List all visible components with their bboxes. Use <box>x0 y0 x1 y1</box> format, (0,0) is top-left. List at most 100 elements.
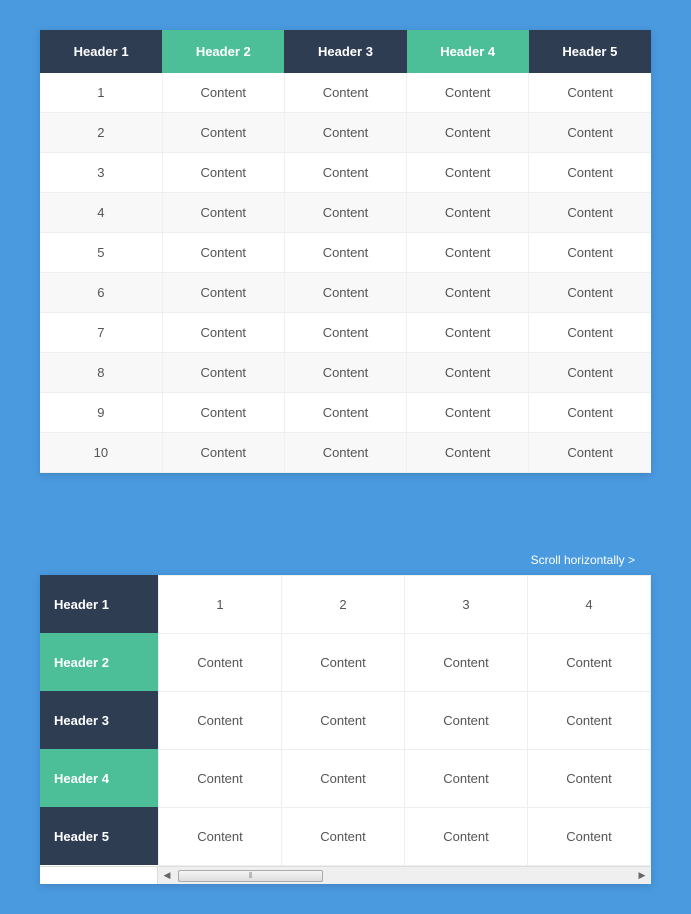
table-cell: Content <box>407 113 529 153</box>
table-cell: Content <box>407 433 529 473</box>
table-cell: Content <box>162 193 284 233</box>
table-cell: Content <box>528 634 651 692</box>
table-cell: Content <box>529 313 651 353</box>
table2-row-headers: Header 1Header 2Header 3Header 4Header 5 <box>40 575 158 866</box>
table2-row-header-3: Header 3 <box>40 691 158 749</box>
table-row: 7ContentContentContentContent <box>40 313 651 353</box>
data-table-1: Header 1Header 2Header 3Header 4Header 5… <box>40 30 651 473</box>
table-cell: 7 <box>40 313 162 353</box>
table-row: 9ContentContentContentContent <box>40 393 651 433</box>
table1-header-5: Header 5 <box>529 30 651 73</box>
table-cell: Content <box>282 808 405 866</box>
table-cell: 8 <box>40 353 162 393</box>
table-cell: 1 <box>159 576 282 634</box>
table-row: 1ContentContentContentContent <box>40 73 651 113</box>
table-cell: Content <box>162 273 284 313</box>
table-cell: Content <box>407 73 529 113</box>
table-card-2: Header 1Header 2Header 3Header 4Header 5… <box>40 575 651 884</box>
table-row: 4ContentContentContentContent <box>40 193 651 233</box>
table-cell: Content <box>284 393 406 433</box>
scroll-left-arrow-icon[interactable]: ◀ <box>158 867 176 884</box>
table-cell: Content <box>284 273 406 313</box>
table-cell: Content <box>405 634 528 692</box>
table-cell: Content <box>162 393 284 433</box>
table-cell: Content <box>528 808 651 866</box>
table-cell: Content <box>162 233 284 273</box>
table-cell: 6 <box>40 273 162 313</box>
table-cell: Content <box>162 313 284 353</box>
table-cell: Content <box>528 692 651 750</box>
table-cell: Content <box>529 113 651 153</box>
table-row: 1234 <box>159 576 651 634</box>
table-cell: Content <box>407 353 529 393</box>
table-cell: Content <box>284 233 406 273</box>
table-cell: Content <box>405 808 528 866</box>
table-cell: Content <box>159 692 282 750</box>
table2-row-header-4: Header 4 <box>40 749 158 807</box>
table2-row-header-2: Header 2 <box>40 633 158 691</box>
table1-header-2: Header 2 <box>162 30 284 73</box>
table-cell: Content <box>529 73 651 113</box>
table-cell: 10 <box>40 433 162 473</box>
table2-row-header-5: Header 5 <box>40 807 158 865</box>
data-table-2: 1234ContentContentContentContentContentC… <box>158 575 651 866</box>
table-cell: Content <box>407 393 529 433</box>
scrollbar-spacer <box>40 867 158 884</box>
horizontal-scrollbar: ◀ ⫴ ▶ <box>40 866 651 884</box>
table-cell: Content <box>162 153 284 193</box>
table-row: ContentContentContentContent <box>159 692 651 750</box>
table-row: ContentContentContentContent <box>159 634 651 692</box>
scroll-right-arrow-icon[interactable]: ▶ <box>633 867 651 884</box>
table-cell: 2 <box>40 113 162 153</box>
table-cell: 4 <box>528 576 651 634</box>
table-cell: Content <box>529 353 651 393</box>
table-cell: 3 <box>405 576 528 634</box>
table-cell: Content <box>159 808 282 866</box>
table-row: ContentContentContentContent <box>159 750 651 808</box>
table-cell: Content <box>529 393 651 433</box>
table-cell: Content <box>529 233 651 273</box>
table1-header-1: Header 1 <box>40 30 162 73</box>
table-cell: Content <box>405 750 528 808</box>
table-cell: Content <box>159 634 282 692</box>
table1-header-3: Header 3 <box>284 30 406 73</box>
table-row: 3ContentContentContentContent <box>40 153 651 193</box>
table-cell: 4 <box>40 193 162 233</box>
table-cell: Content <box>282 692 405 750</box>
table2-scroll-region[interactable]: 1234ContentContentContentContentContentC… <box>158 575 651 866</box>
table-cell: Content <box>284 433 406 473</box>
table-row: 5ContentContentContentContent <box>40 233 651 273</box>
table-cell: Content <box>529 153 651 193</box>
table-cell: Content <box>284 153 406 193</box>
table-cell: 1 <box>40 73 162 113</box>
table-cell: Content <box>407 193 529 233</box>
table-row: ContentContentContentContent <box>159 808 651 866</box>
table-cell: Content <box>284 113 406 153</box>
table-cell: 5 <box>40 233 162 273</box>
table-cell: Content <box>407 313 529 353</box>
table-cell: Content <box>159 750 282 808</box>
scrollbar-track[interactable]: ◀ ⫴ ▶ <box>158 867 651 884</box>
table-cell: Content <box>407 153 529 193</box>
scroll-hint-label: Scroll horizontally > <box>40 553 651 567</box>
table-cell: Content <box>162 433 284 473</box>
table-row: 2ContentContentContentContent <box>40 113 651 153</box>
table-cell: Content <box>162 113 284 153</box>
table-cell: Content <box>407 233 529 273</box>
table-cell: Content <box>529 433 651 473</box>
table-cell: 9 <box>40 393 162 433</box>
table-cell: Content <box>407 273 529 313</box>
table-cell: Content <box>529 273 651 313</box>
table-cell: Content <box>162 73 284 113</box>
table1-header-4: Header 4 <box>407 30 529 73</box>
table-row: 10ContentContentContentContent <box>40 433 651 473</box>
table-cell: Content <box>282 634 405 692</box>
table-cell: Content <box>529 193 651 233</box>
scrollbar-thumb[interactable]: ⫴ <box>178 870 323 882</box>
table-cell: Content <box>284 193 406 233</box>
table-row: 8ContentContentContentContent <box>40 353 651 393</box>
table2-row-header-1: Header 1 <box>40 575 158 633</box>
table-cell: Content <box>284 353 406 393</box>
table-cell: Content <box>282 750 405 808</box>
table-cell: Content <box>162 353 284 393</box>
